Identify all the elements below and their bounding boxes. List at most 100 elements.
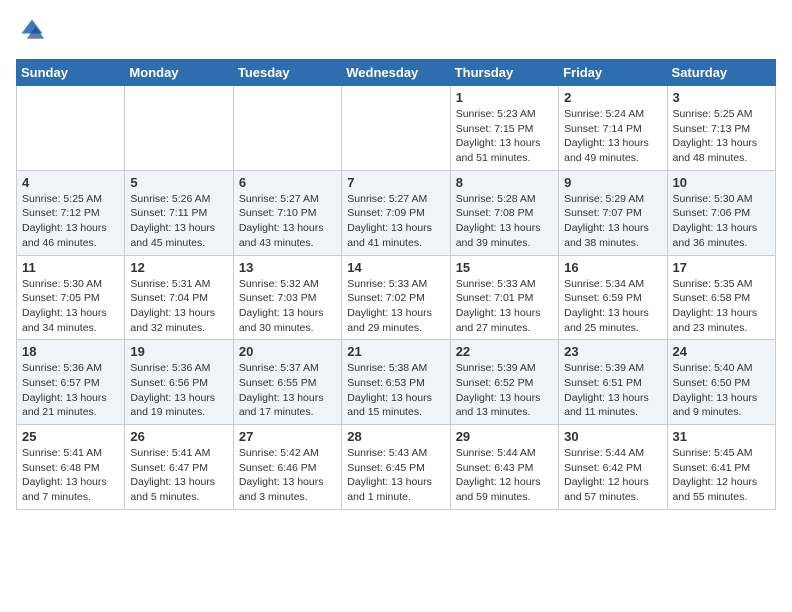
day-number: 13 — [239, 260, 336, 275]
day-info: Sunrise: 5:26 AMSunset: 7:11 PMDaylight:… — [130, 192, 227, 251]
day-number: 23 — [564, 344, 661, 359]
day-info: Sunrise: 5:41 AMSunset: 6:48 PMDaylight:… — [22, 446, 119, 505]
day-info: Sunrise: 5:41 AMSunset: 6:47 PMDaylight:… — [130, 446, 227, 505]
day-info: Sunrise: 5:28 AMSunset: 7:08 PMDaylight:… — [456, 192, 553, 251]
day-number: 31 — [673, 429, 770, 444]
calendar-cell: 27Sunrise: 5:42 AMSunset: 6:46 PMDayligh… — [233, 425, 341, 510]
calendar-cell: 30 Sunrise: 5:44 AMSunset: 6:42 PMDayligh… — [559, 425, 667, 510]
day-info: Sunrise: 5:44 AMSunset: 6:42 PMDaylight:… — [564, 446, 661, 505]
weekday-header-thursday: Thursday — [450, 60, 558, 86]
day-number: 24 — [673, 344, 770, 359]
calendar-cell: 29 Sunrise: 5:44 AMSunset: 6:43 PMDayligh… — [450, 425, 558, 510]
day-info: Sunrise: 5:38 AMSunset: 6:53 PMDaylight:… — [347, 361, 444, 420]
day-info: Sunrise: 5:39 AMSunset: 6:51 PMDaylight:… — [564, 361, 661, 420]
week-row-2: 11 Sunrise: 5:30 AMSunset: 7:05 PMDayligh… — [17, 255, 776, 340]
day-info: Sunrise: 5:33 AMSunset: 7:01 PMDaylight:… — [456, 277, 553, 336]
day-info: Sunrise: 5:27 AMSunset: 7:09 PMDaylight:… — [347, 192, 444, 251]
calendar-cell: 22 Sunrise: 5:39 AMSunset: 6:52 PMDayligh… — [450, 340, 558, 425]
day-number: 18 — [22, 344, 119, 359]
week-row-1: 4 Sunrise: 5:25 AMSunset: 7:12 PMDaylight… — [17, 170, 776, 255]
week-row-0: 1Sunrise: 5:23 AMSunset: 7:15 PMDaylight… — [17, 86, 776, 171]
day-number: 3 — [673, 90, 770, 105]
calendar-cell: 9Sunrise: 5:29 AMSunset: 7:07 PMDaylight… — [559, 170, 667, 255]
day-number: 12 — [130, 260, 227, 275]
calendar-cell: 11 Sunrise: 5:30 AMSunset: 7:05 PMDayligh… — [17, 255, 125, 340]
weekday-header-friday: Friday — [559, 60, 667, 86]
calendar-cell: 21Sunrise: 5:38 AMSunset: 6:53 PMDayligh… — [342, 340, 450, 425]
day-info: Sunrise: 5:32 AMSunset: 7:03 PMDaylight:… — [239, 277, 336, 336]
calendar-cell: 7 Sunrise: 5:27 AMSunset: 7:09 PMDaylight… — [342, 170, 450, 255]
day-info: Sunrise: 5:25 AMSunset: 7:13 PMDaylight:… — [673, 107, 770, 166]
calendar-table: SundayMondayTuesdayWednesdayThursdayFrid… — [16, 59, 776, 510]
weekday-header-saturday: Saturday — [667, 60, 775, 86]
day-number: 1 — [456, 90, 553, 105]
day-number: 6 — [239, 175, 336, 190]
calendar-cell: 20 Sunrise: 5:37 AMSunset: 6:55 PMDayligh… — [233, 340, 341, 425]
day-number: 16 — [564, 260, 661, 275]
day-info: Sunrise: 5:37 AMSunset: 6:55 PMDaylight:… — [239, 361, 336, 420]
calendar-cell: 13 Sunrise: 5:32 AMSunset: 7:03 PMDayligh… — [233, 255, 341, 340]
calendar-cell: 26 Sunrise: 5:41 AMSunset: 6:47 PMDayligh… — [125, 425, 233, 510]
calendar-cell: 23 Sunrise: 5:39 AMSunset: 6:51 PMDayligh… — [559, 340, 667, 425]
day-info: Sunrise: 5:34 AMSunset: 6:59 PMDaylight:… — [564, 277, 661, 336]
day-info: Sunrise: 5:36 AMSunset: 6:56 PMDaylight:… — [130, 361, 227, 420]
day-info: Sunrise: 5:31 AMSunset: 7:04 PMDaylight:… — [130, 277, 227, 336]
calendar-cell: 25 Sunrise: 5:41 AMSunset: 6:48 PMDayligh… — [17, 425, 125, 510]
logo — [16, 16, 46, 49]
day-number: 28 — [347, 429, 444, 444]
calendar-cell: 5 Sunrise: 5:26 AMSunset: 7:11 PMDaylight… — [125, 170, 233, 255]
day-info: Sunrise: 5:45 AMSunset: 6:41 PMDaylight:… — [673, 446, 770, 505]
calendar-cell: 24 Sunrise: 5:40 AMSunset: 6:50 PMDayligh… — [667, 340, 775, 425]
calendar-cell: 28 Sunrise: 5:43 AMSunset: 6:45 PMDayligh… — [342, 425, 450, 510]
calendar-cell: 16 Sunrise: 5:34 AMSunset: 6:59 PMDayligh… — [559, 255, 667, 340]
day-info: Sunrise: 5:27 AMSunset: 7:10 PMDaylight:… — [239, 192, 336, 251]
day-number: 19 — [130, 344, 227, 359]
calendar-cell: 31 Sunrise: 5:45 AMSunset: 6:41 PMDayligh… — [667, 425, 775, 510]
day-info: Sunrise: 5:39 AMSunset: 6:52 PMDaylight:… — [456, 361, 553, 420]
calendar-cell: 4 Sunrise: 5:25 AMSunset: 7:12 PMDaylight… — [17, 170, 125, 255]
day-number: 26 — [130, 429, 227, 444]
calendar-cell: 1Sunrise: 5:23 AMSunset: 7:15 PMDaylight… — [450, 86, 558, 171]
day-info: Sunrise: 5:40 AMSunset: 6:50 PMDaylight:… — [673, 361, 770, 420]
calendar-cell: 3 Sunrise: 5:25 AMSunset: 7:13 PMDaylight… — [667, 86, 775, 171]
weekday-header-sunday: Sunday — [17, 60, 125, 86]
calendar-cell: 6 Sunrise: 5:27 AMSunset: 7:10 PMDaylight… — [233, 170, 341, 255]
calendar-cell: 2Sunrise: 5:24 AMSunset: 7:14 PMDaylight… — [559, 86, 667, 171]
day-info: Sunrise: 5:29 AMSunset: 7:07 PMDaylight:… — [564, 192, 661, 251]
calendar-cell: 14Sunrise: 5:33 AMSunset: 7:02 PMDayligh… — [342, 255, 450, 340]
week-row-4: 25 Sunrise: 5:41 AMSunset: 6:48 PMDayligh… — [17, 425, 776, 510]
day-info: Sunrise: 5:25 AMSunset: 7:12 PMDaylight:… — [22, 192, 119, 251]
calendar-cell: 8 Sunrise: 5:28 AMSunset: 7:08 PMDaylight… — [450, 170, 558, 255]
day-number: 2 — [564, 90, 661, 105]
day-number: 5 — [130, 175, 227, 190]
weekday-header-row: SundayMondayTuesdayWednesdayThursdayFrid… — [17, 60, 776, 86]
day-number: 22 — [456, 344, 553, 359]
day-number: 11 — [22, 260, 119, 275]
day-number: 7 — [347, 175, 444, 190]
weekday-header-wednesday: Wednesday — [342, 60, 450, 86]
day-info: Sunrise: 5:36 AMSunset: 6:57 PMDaylight:… — [22, 361, 119, 420]
day-number: 10 — [673, 175, 770, 190]
calendar-cell — [342, 86, 450, 171]
day-info: Sunrise: 5:43 AMSunset: 6:45 PMDaylight:… — [347, 446, 444, 505]
day-number: 17 — [673, 260, 770, 275]
day-number: 30 — [564, 429, 661, 444]
calendar-cell: 19 Sunrise: 5:36 AMSunset: 6:56 PMDayligh… — [125, 340, 233, 425]
day-number: 4 — [22, 175, 119, 190]
day-number: 20 — [239, 344, 336, 359]
page-header — [16, 16, 776, 49]
day-number: 15 — [456, 260, 553, 275]
day-number: 25 — [22, 429, 119, 444]
week-row-3: 18 Sunrise: 5:36 AMSunset: 6:57 PMDayligh… — [17, 340, 776, 425]
day-number: 8 — [456, 175, 553, 190]
calendar-cell: 18 Sunrise: 5:36 AMSunset: 6:57 PMDayligh… — [17, 340, 125, 425]
calendar-cell: 10 Sunrise: 5:30 AMSunset: 7:06 PMDayligh… — [667, 170, 775, 255]
day-info: Sunrise: 5:42 AMSunset: 6:46 PMDaylight:… — [239, 446, 336, 505]
calendar-cell: 15 Sunrise: 5:33 AMSunset: 7:01 PMDayligh… — [450, 255, 558, 340]
calendar-cell — [233, 86, 341, 171]
day-info: Sunrise: 5:44 AMSunset: 6:43 PMDaylight:… — [456, 446, 553, 505]
day-info: Sunrise: 5:33 AMSunset: 7:02 PMDaylight:… — [347, 277, 444, 336]
day-info: Sunrise: 5:30 AMSunset: 7:06 PMDaylight:… — [673, 192, 770, 251]
day-info: Sunrise: 5:30 AMSunset: 7:05 PMDaylight:… — [22, 277, 119, 336]
day-number: 29 — [456, 429, 553, 444]
